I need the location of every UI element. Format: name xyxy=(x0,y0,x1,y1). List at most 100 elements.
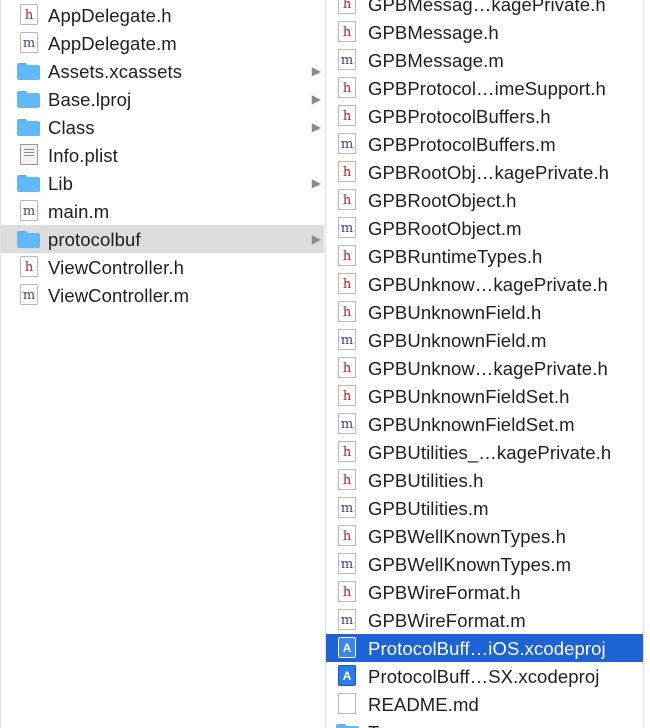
document-icon xyxy=(338,693,356,714)
file-row-gpbmessage-m[interactable]: m GPBMessage.m xyxy=(326,46,644,74)
file-row-gpbutilities-kageprivate-h[interactable]: h GPBUtilities_…kagePrivate.h xyxy=(326,438,644,466)
disclosure-chevron-icon: ▶ xyxy=(311,176,321,190)
file-row-viewcontroller-m[interactable]: m ViewController.m xyxy=(1,281,324,309)
file-row-gpbruntimetypes-h[interactable]: h GPBRuntimeTypes.h xyxy=(326,242,644,270)
file-row-gpbrootobject-m[interactable]: m GPBRootObject.m xyxy=(326,214,644,242)
folder-icon xyxy=(17,63,40,80)
file-name-label: README.md xyxy=(368,694,479,715)
m-file-icon: m xyxy=(20,284,38,305)
h-file-icon: h xyxy=(338,385,356,406)
file-name-label: GPBUnknownFieldSet.h xyxy=(368,386,570,407)
file-row-main-m[interactable]: m main.m xyxy=(1,197,324,225)
file-name-label: GPBMessage.h xyxy=(368,22,499,43)
file-row-base-lproj[interactable]: Base.lproj ▶ xyxy=(1,85,324,113)
file-name-label: GPBUtilities.h xyxy=(368,470,484,491)
file-row-gpbrootobj-kageprivate-h[interactable]: h GPBRootObj…kagePrivate.h xyxy=(326,158,644,186)
file-name-label: GPBRootObject.h xyxy=(368,190,517,211)
file-name-label: ProtocolBuff…iOS.xcodeproj xyxy=(368,638,606,659)
m-file-icon: m xyxy=(20,32,38,53)
file-row-gpbunknow-kageprivate-h[interactable]: h GPBUnknow…kagePrivate.h xyxy=(326,270,644,298)
file-row-class[interactable]: Class ▶ xyxy=(1,113,324,141)
file-name-label: Info.plist xyxy=(48,145,118,166)
m-file-icon: m xyxy=(338,413,356,434)
h-file-icon: h xyxy=(338,273,356,294)
file-name-label: ProtocolBuff…SX.xcodeproj xyxy=(368,666,600,687)
xcodeproj-icon: A xyxy=(338,637,356,658)
file-row-gpbmessage-h[interactable]: h GPBMessage.h xyxy=(326,18,644,46)
folder-icon xyxy=(17,119,40,136)
h-file-icon: h xyxy=(338,357,356,378)
finder-column-protocolbuf: h GPBMessag…kagePrivate.h h GPBMessage.h m GP… xyxy=(325,0,644,728)
file-row-lib[interactable]: Lib ▶ xyxy=(1,169,324,197)
file-row-gpbwireformat-m[interactable]: m GPBWireFormat.m xyxy=(326,606,644,634)
file-row-gpbunknownfieldset-m[interactable]: m GPBUnknownFieldSet.m xyxy=(326,410,644,438)
disclosure-chevron-icon: ▶ xyxy=(311,120,321,134)
file-name-label: GPBWireFormat.h xyxy=(368,582,521,603)
h-file-icon: h xyxy=(20,4,38,25)
file-name-label: ViewController.h xyxy=(48,257,184,278)
file-row-appdelegate-h[interactable]: h AppDelegate.h xyxy=(1,1,324,29)
file-name-label: GPBMessag…kagePrivate.h xyxy=(368,0,606,15)
m-file-icon: m xyxy=(338,553,356,574)
m-file-icon: m xyxy=(338,497,356,518)
file-name-label: GPBWellKnownTypes.h xyxy=(368,526,566,547)
file-row-gpbwellknowntypes-h[interactable]: h GPBWellKnownTypes.h xyxy=(326,522,644,550)
file-row-protocolbuf[interactable]: protocolbuf ▶ xyxy=(1,225,324,253)
file-row-protocolbuff-ios-xcodeproj[interactable]: A ProtocolBuff…iOS.xcodeproj xyxy=(326,634,644,662)
file-name-label: GPBUnknow…kagePrivate.h xyxy=(368,274,608,295)
file-name-label: GPBUtilities.m xyxy=(368,498,489,519)
file-row-info-plist[interactable]: Info.plist xyxy=(1,141,324,169)
h-file-icon: h xyxy=(338,21,356,42)
file-row-gpbunknownfield-h[interactable]: h GPBUnknownField.h xyxy=(326,298,644,326)
file-name-label: GPBProtocol…imeSupport.h xyxy=(368,78,606,99)
m-file-icon: m xyxy=(338,49,356,70)
file-row-protocolbuff-sx-xcodeproj[interactable]: A ProtocolBuff…SX.xcodeproj xyxy=(326,662,644,690)
file-row-gpbunknow-kageprivate-h[interactable]: h GPBUnknow…kagePrivate.h xyxy=(326,354,644,382)
h-file-icon: h xyxy=(338,245,356,266)
file-row-gpbrootobject-h[interactable]: h GPBRootObject.h xyxy=(326,186,644,214)
file-row-gpbunknownfield-m[interactable]: m GPBUnknownField.m xyxy=(326,326,644,354)
file-name-label: GPBUtilities_…kagePrivate.h xyxy=(368,442,612,463)
m-file-icon: m xyxy=(338,133,356,154)
disclosure-chevron-icon: ▶ xyxy=(311,232,321,246)
file-name-label: Class xyxy=(48,117,95,138)
file-row-assets-xcassets[interactable]: Assets.xcassets ▶ xyxy=(1,57,324,85)
file-row-gpbwellknowntypes-m[interactable]: m GPBWellKnownTypes.m xyxy=(326,550,644,578)
file-name-label: GPBRootObj…kagePrivate.h xyxy=(368,162,609,183)
folder-icon xyxy=(17,175,40,192)
file-row-gpbutilities-h[interactable]: h GPBUtilities.h xyxy=(326,466,644,494)
h-file-icon: h xyxy=(338,469,356,490)
file-name-label: AppDelegate.m xyxy=(48,33,177,54)
file-name-label: Assets.xcassets xyxy=(48,61,183,82)
m-file-icon: m xyxy=(338,609,356,630)
file-name-label: GPBRuntimeTypes.h xyxy=(368,246,543,267)
finder-column-next xyxy=(643,0,650,728)
plist-file-icon xyxy=(20,144,38,165)
file-name-label: AppDelegate.h xyxy=(48,5,172,26)
file-name-label: GPBProtocolBuffers.h xyxy=(368,106,551,127)
file-name-label: GPBWellKnownTypes.m xyxy=(368,554,572,575)
file-row-gpbprotocolbuffers-m[interactable]: m GPBProtocolBuffers.m xyxy=(326,130,644,158)
file-row-gpbprotocol-imesupport-h[interactable]: h GPBProtocol…imeSupport.h xyxy=(326,74,644,102)
m-file-icon: m xyxy=(338,217,356,238)
file-name-label: GPBUnknownFieldSet.m xyxy=(368,414,575,435)
file-row-readme-md[interactable]: README.md xyxy=(326,690,644,718)
file-row-gpbmessag-kageprivate-h[interactable]: h GPBMessag…kagePrivate.h xyxy=(326,0,644,18)
h-file-icon: h xyxy=(20,256,38,277)
file-name-label: ViewController.m xyxy=(48,285,190,306)
file-name-label: GPBUnknow…kagePrivate.h xyxy=(368,358,608,379)
file-row-gpbprotocolbuffers-h[interactable]: h GPBProtocolBuffers.h xyxy=(326,102,644,130)
file-name-label: protocolbuf xyxy=(48,229,141,250)
file-name-label: GPBWireFormat.m xyxy=(368,610,526,631)
folder-icon xyxy=(336,724,359,728)
folder-icon xyxy=(17,91,40,108)
file-row-gpbutilities-m[interactable]: m GPBUtilities.m xyxy=(326,494,644,522)
file-name-label: Base.lproj xyxy=(48,89,132,110)
file-row-viewcontroller-h[interactable]: h ViewController.h xyxy=(1,253,324,281)
file-name-label: GPBMessage.m xyxy=(368,50,504,71)
h-file-icon: h xyxy=(338,525,356,546)
file-row-t[interactable]: T xyxy=(326,718,644,728)
file-row-appdelegate-m[interactable]: m AppDelegate.m xyxy=(1,29,324,57)
file-row-gpbwireformat-h[interactable]: h GPBWireFormat.h xyxy=(326,578,644,606)
file-row-gpbunknownfieldset-h[interactable]: h GPBUnknownFieldSet.h xyxy=(326,382,644,410)
